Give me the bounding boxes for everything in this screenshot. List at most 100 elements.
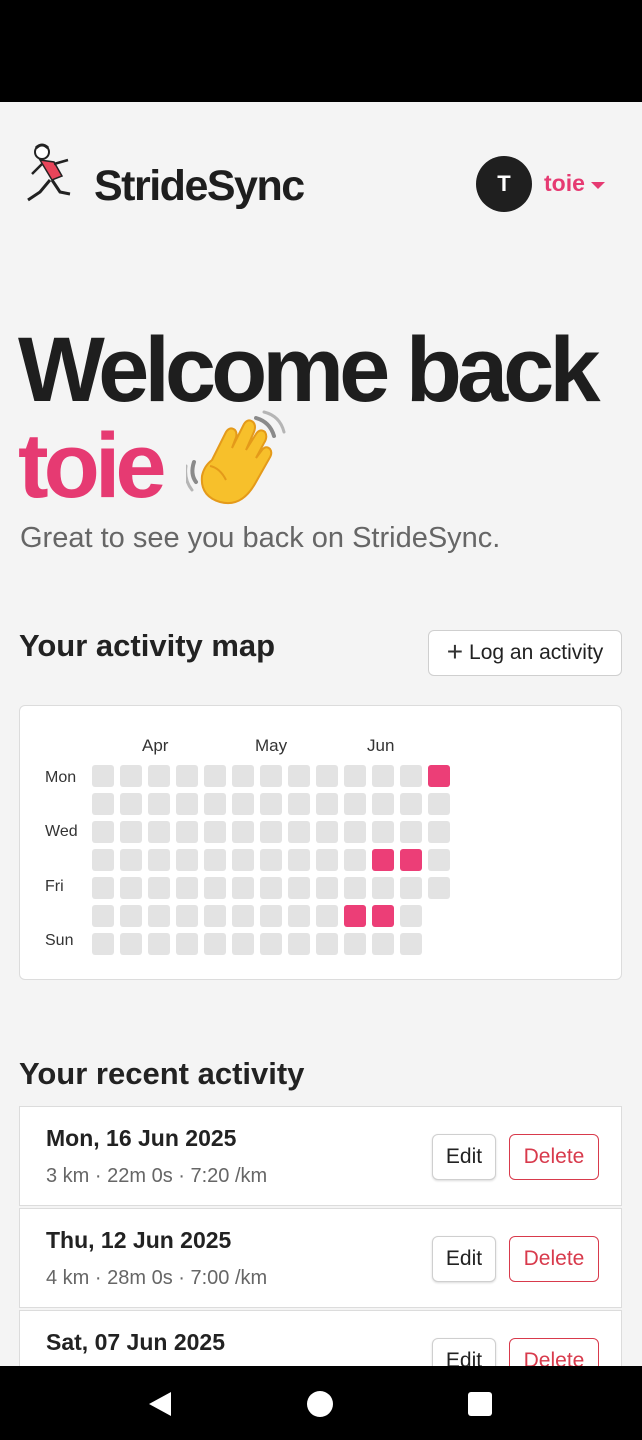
heatmap-cell [232,765,254,787]
heatmap-cell [260,821,282,843]
edit-button[interactable]: Edit [432,1134,496,1180]
runner-logo-icon[interactable] [22,142,80,210]
heatmap-cell [120,821,142,843]
heatmap-cell [148,933,170,955]
heatmap-cell [400,933,422,955]
heatmap-cell [232,905,254,927]
home-nav-button[interactable] [300,1384,340,1424]
heatmap-cell [288,793,310,815]
activity-stats: 4 km · 28m 0s · 7:00 /km [46,1267,268,1289]
username-label: toie [544,170,585,196]
heatmap-cell [344,821,366,843]
heatmap-cell [344,849,366,871]
heatmap-cell [372,877,394,899]
heatmap-cell [288,821,310,843]
log-activity-label: Log an activity [469,641,604,664]
welcome-username: toie [18,415,167,517]
heatmap-cell [148,849,170,871]
heatmap-cell [176,877,198,899]
heatmap-cell [288,877,310,899]
heatmap-cell [176,933,198,955]
heatmap-cell [176,765,198,787]
heatmap-cell [400,821,422,843]
month-label-jun: Jun [367,736,395,755]
month-label-may: May [255,736,288,755]
welcome-heading: Welcome back [18,319,600,421]
heatmap-cell [260,933,282,955]
heatmap-cell [344,765,366,787]
activity-item: Sat, 07 Jun 2025 Edit Delete [19,1310,622,1366]
heatmap-cell [316,821,338,843]
heatmap-cell [288,933,310,955]
heatmap-cell [400,793,422,815]
heatmap-cell [260,877,282,899]
activity-date: Mon, 16 Jun 2025 [46,1125,237,1151]
back-nav-button[interactable] [140,1384,180,1424]
edit-button[interactable]: Edit [432,1236,496,1282]
heatmap-cell [176,905,198,927]
heatmap-cell [120,765,142,787]
heatmap-cell [316,933,338,955]
delete-button[interactable]: Delete [509,1236,599,1282]
heatmap-cell [204,793,226,815]
heatmap-cell [232,933,254,955]
welcome-subtitle: Great to see you back on StrideSync. [20,522,501,554]
heatmap-cell [372,821,394,843]
recent-activity-title: Your recent activity [19,1056,305,1091]
heatmap-cell [92,765,114,787]
heatmap-cell [204,877,226,899]
heatmap-cell [428,877,450,899]
heatmap-cell [260,849,282,871]
heatmap-cell [92,905,114,927]
system-nav-bar [0,1366,642,1440]
heatmap-cell [148,793,170,815]
heatmap-cell [120,849,142,871]
heatmap-cell [400,905,422,927]
heatmap-cell [204,849,226,871]
heatmap-cell-active [400,849,422,871]
home-circle-icon [307,1391,333,1417]
activity-map-title: Your activity map [19,628,276,663]
heatmap-cell [148,905,170,927]
heatmap-cell [148,821,170,843]
heatmap-cell [344,793,366,815]
avatar[interactable]: T [476,156,532,212]
heatmap-cell [120,905,142,927]
heatmap-cell [92,821,114,843]
waving-hand-icon [186,410,286,504]
log-activity-button[interactable]: + Log an activity [428,630,622,676]
heatmap-cell [344,877,366,899]
heatmap-cell [92,793,114,815]
heatmap-cell-active [372,905,394,927]
heatmap-cell [232,877,254,899]
heatmap-cell [176,821,198,843]
heatmap-cell [120,793,142,815]
heatmap-cell [316,765,338,787]
day-label-sun: Sun [45,932,74,949]
edit-button[interactable]: Edit [432,1338,496,1366]
heatmap-cell [232,849,254,871]
delete-button[interactable]: Delete [509,1134,599,1180]
activity-item: Mon, 16 Jun 2025 3 km · 22m 0s · 7:20 /k… [19,1106,622,1206]
heatmap-cell [316,849,338,871]
heatmap-cell [204,765,226,787]
heatmap-cell [120,877,142,899]
heatmap-cell [288,765,310,787]
brand-name[interactable]: StrideSync [94,162,305,211]
back-triangle-icon [149,1392,171,1416]
delete-button[interactable]: Delete [509,1338,599,1366]
activity-date: Sat, 07 Jun 2025 [46,1329,225,1355]
heatmap-cell [232,821,254,843]
user-menu-toggle[interactable]: toie [544,170,605,197]
recents-nav-button[interactable] [460,1384,500,1424]
activity-map-card: Apr May Jun Mon Wed Fri Sun [19,705,622,980]
heatmap-cell [400,765,422,787]
heatmap-cell [316,877,338,899]
heatmap-cell [372,765,394,787]
day-label-fri: Fri [45,878,64,895]
activity-stats: 3 km · 22m 0s · 7:20 /km [46,1165,268,1187]
day-label-mon: Mon [45,769,77,786]
heatmap-cell [260,793,282,815]
month-label-apr: Apr [142,736,169,755]
heatmap-cell [120,933,142,955]
